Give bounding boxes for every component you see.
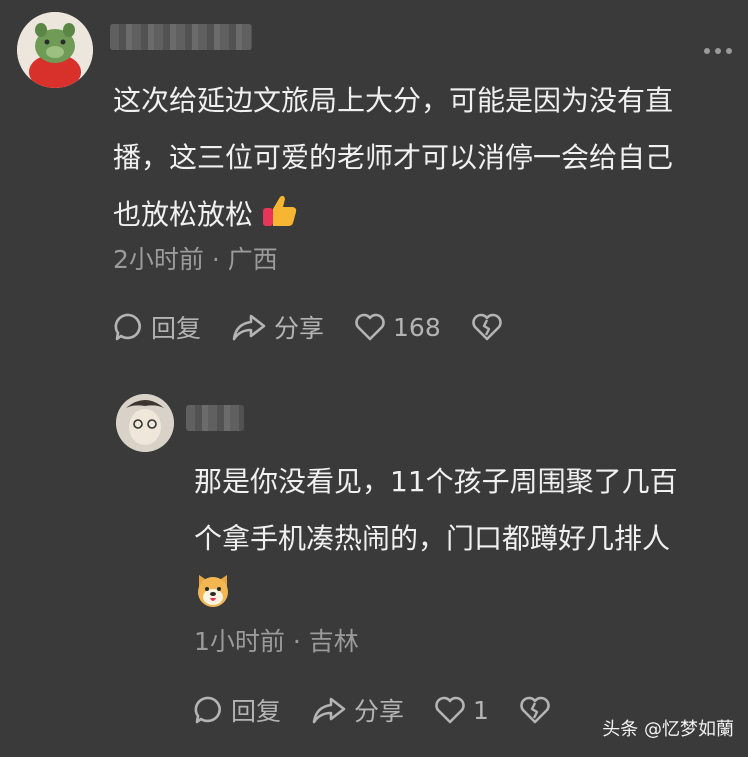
avatar[interactable] [17, 12, 93, 88]
more-options-icon[interactable] [704, 48, 732, 54]
like-count: 1 [473, 695, 489, 725]
reply-bubble-icon [194, 696, 221, 724]
watermark: 头条 @忆梦如蘭 [602, 719, 734, 740]
broken-heart-icon [520, 696, 550, 724]
share-button[interactable]: 分享 [311, 692, 404, 728]
reply-button[interactable]: 回复 [114, 309, 201, 345]
like-button[interactable]: 1 [434, 695, 489, 725]
reply-avatar[interactable] [116, 394, 174, 452]
comment-meta: 2小时前 · 广西 [113, 245, 278, 274]
thumbs-up-emoji-icon [262, 190, 298, 247]
dislike-button[interactable] [471, 312, 503, 342]
share-arrow-icon [312, 697, 346, 724]
reply-actions: 回复 分享 1 [194, 692, 581, 728]
comment-text: 这次给延边文旅局上大分，可能是因为没有直 播，这三位可爱的老师才可以消停一会给自… [113, 72, 738, 247]
comment-actions: 回复 分享 168 [114, 309, 533, 345]
reply-text: 那是你没看见，11个孩子周围聚了几百 个拿手机凑热闹的，门口都蹲好几排人 [194, 453, 734, 628]
username-blurred[interactable] [110, 24, 252, 50]
like-button[interactable]: 168 [354, 312, 441, 342]
like-count: 168 [393, 312, 441, 342]
dog-face-emoji-icon [194, 571, 232, 628]
heart-icon [435, 696, 465, 724]
reply-meta: 1小时前 · 吉林 [194, 627, 359, 656]
share-button[interactable]: 分享 [231, 309, 324, 345]
heart-icon [355, 313, 385, 341]
reply-bubble-icon [114, 313, 141, 341]
reply-button[interactable]: 回复 [194, 692, 281, 728]
broken-heart-icon [471, 313, 502, 341]
dislike-button[interactable] [519, 695, 551, 725]
share-arrow-icon [232, 314, 266, 341]
reply-username-blurred[interactable] [186, 405, 244, 431]
